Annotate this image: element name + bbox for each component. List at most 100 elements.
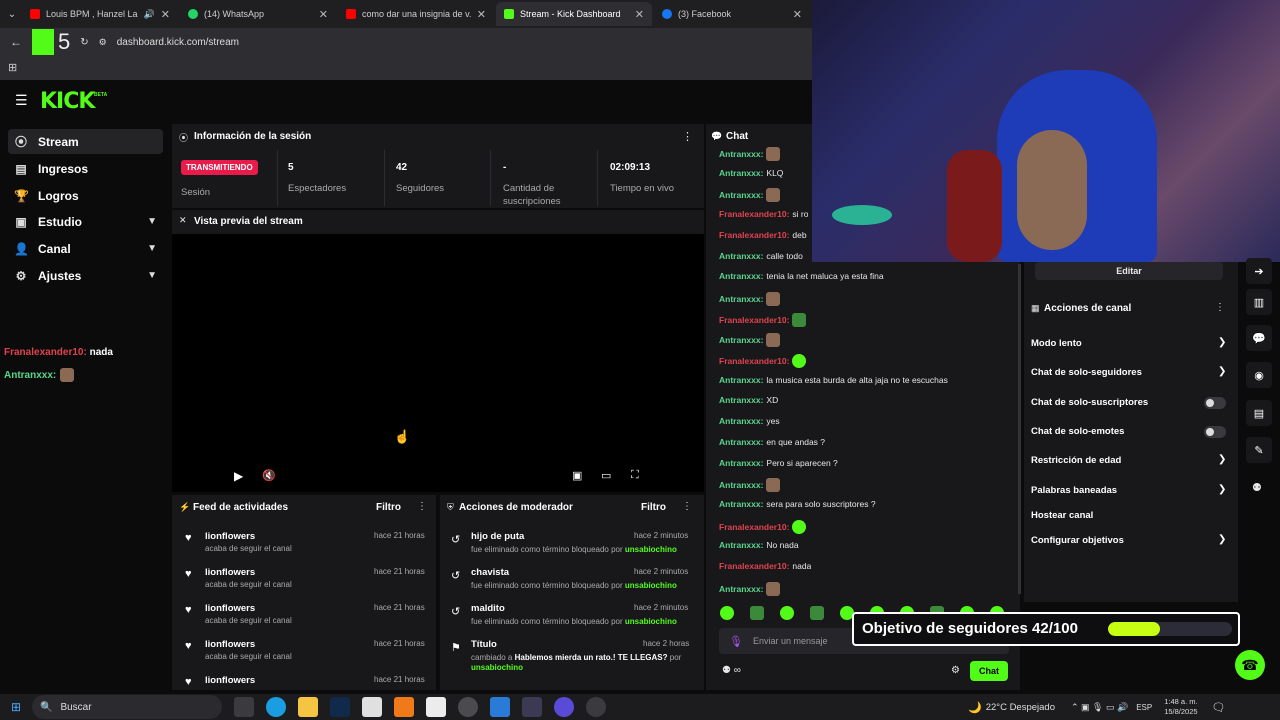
sidebar-item-ajustes[interactable]: ⚙ Ajustes ▼ (8, 263, 163, 288)
sidebar-item-logros[interactable]: 🏆 Logros (8, 183, 163, 208)
chat-scrollbar[interactable] (1018, 264, 1021, 594)
sidebar-item-estudio[interactable]: ▣ Estudio ▼ (8, 209, 163, 234)
more-options-icon[interactable]: ⋮ (1215, 302, 1225, 313)
close-tab-icon[interactable]: ✕ (793, 8, 802, 21)
chat-username[interactable]: Antranxxx: (719, 168, 763, 178)
mod-action-by[interactable]: unsabiochino (625, 581, 677, 590)
rail-button-broadcast[interactable]: ◉ (1246, 362, 1272, 388)
undo-icon[interactable]: ↺ (451, 605, 460, 618)
emote-icon[interactable] (720, 606, 734, 620)
system-tray-icons[interactable]: ⌃ ▣ 🎙 ▭ 🔊 (1071, 702, 1128, 713)
chat-username[interactable]: Antranxxx: (719, 375, 763, 385)
mute-icon[interactable]: 🔇 (262, 469, 276, 482)
notifications-icon[interactable]: 🗨 (1212, 701, 1226, 714)
channel-action-item[interactable]: Restricción de edad (1031, 455, 1121, 466)
channel-action-item[interactable]: Chat de solo-emotes (1031, 426, 1124, 437)
rail-users-icon[interactable]: ⚉ (1252, 481, 1262, 494)
emote-icon[interactable] (810, 606, 824, 620)
channel-action-item[interactable]: Hostear canal (1031, 510, 1093, 521)
fullscreen-icon[interactable]: ⛶ (631, 469, 639, 482)
feed-user[interactable]: lionflowers (205, 603, 255, 614)
play-icon[interactable]: ▶ (234, 469, 243, 483)
channel-action-item[interactable]: Palabras baneadas (1031, 485, 1117, 496)
clock[interactable]: 1:48 a. m. 15/8/2025 (1164, 697, 1197, 717)
support-button[interactable]: ☎ (1235, 650, 1265, 680)
feed-user[interactable]: lionflowers (205, 531, 255, 542)
toggle-switch[interactable] (1204, 426, 1226, 438)
site-info-icon[interactable]: ⚙ (99, 37, 107, 48)
chat-username[interactable]: Antranxxx: (719, 458, 763, 468)
chat-username[interactable]: Antranxxx: (719, 584, 763, 594)
capcut-icon[interactable] (426, 697, 446, 717)
chat-username[interactable]: Antranxxx: (719, 190, 763, 200)
close-tab-icon[interactable]: ✕ (477, 8, 486, 21)
chat-users-icon[interactable]: ⚉ ∞ (722, 665, 741, 676)
mod-action-by[interactable]: unsabiochino (625, 617, 677, 626)
back-icon[interactable]: ← (10, 35, 22, 49)
close-tab-icon[interactable]: ✕ (635, 8, 644, 21)
chat-username[interactable]: Antranxxx: (719, 499, 763, 509)
chat-username[interactable]: Antranxxx: (719, 149, 763, 159)
close-tab-icon[interactable]: ✕ (319, 8, 328, 21)
pip-icon[interactable]: ▣ (572, 469, 582, 482)
feed-user[interactable]: lionflowers (205, 567, 255, 578)
reload-icon[interactable]: ↻ (80, 37, 88, 48)
browser-tab-active[interactable]: Stream - Kick Dashboard ✕ (496, 2, 652, 26)
browser-tab[interactable]: como dar una insignia de v... ✕ (338, 2, 494, 26)
feed-user[interactable]: lionflowers (205, 639, 255, 650)
mod-action-by[interactable]: unsabiochino (625, 545, 677, 554)
undo-icon[interactable]: ↺ (451, 533, 460, 546)
task-view-icon[interactable] (234, 697, 254, 717)
browser-tab[interactable]: Louis BPM , Hanzel La H, J... 🔊 ✕ (22, 2, 178, 26)
mod-action-by[interactable]: unsabiochino (471, 663, 523, 672)
emote-icon[interactable] (780, 606, 794, 620)
file-explorer-icon[interactable] (298, 697, 318, 717)
taskbar-search[interactable]: 🔍 Buscar (32, 695, 222, 719)
channel-action-item[interactable]: Chat de solo-seguidores (1031, 367, 1142, 378)
more-options-icon[interactable]: ⋮ (682, 501, 692, 512)
vlc-icon[interactable] (394, 697, 414, 717)
chat-username[interactable]: Franalexander10: (719, 209, 789, 219)
apps-grid-icon[interactable]: ⊞ (8, 61, 17, 74)
browser-tab[interactable]: (14) WhatsApp ✕ (180, 2, 336, 26)
emote-icon[interactable] (750, 606, 764, 620)
close-tab-icon[interactable]: ✕ (161, 8, 170, 21)
channel-action-item[interactable]: Chat de solo-suscriptores (1031, 397, 1148, 408)
sidebar-item-ingresos[interactable]: ▤ Ingresos (8, 156, 163, 181)
theater-mode-icon[interactable]: ▭ (601, 469, 611, 482)
filter-button[interactable]: Filtro (376, 502, 401, 513)
more-options-icon[interactable]: ⋮ (417, 501, 427, 512)
chat-username[interactable]: Antranxxx: (719, 437, 763, 447)
edit-button[interactable]: Editar (1035, 262, 1223, 280)
rail-button-up[interactable]: ➔ (1246, 258, 1272, 284)
undo-icon[interactable]: ↺ (451, 569, 460, 582)
hamburger-menu-icon[interactable]: ☰ (15, 92, 28, 109)
chrome-icon[interactable] (458, 697, 478, 717)
chat-settings-icon[interactable]: ⚙ (951, 665, 960, 676)
chat-username[interactable]: Antranxxx: (719, 480, 763, 490)
app-icon[interactable] (490, 697, 510, 717)
feed-user[interactable]: lionflowers (205, 675, 255, 686)
rail-button-tools[interactable]: ✎ (1246, 437, 1272, 463)
edge-icon[interactable] (266, 697, 286, 717)
url-text[interactable]: dashboard.kick.com/stream (117, 37, 239, 48)
chat-username[interactable]: Franalexander10: (719, 522, 789, 532)
app-icon[interactable] (522, 697, 542, 717)
chat-username[interactable]: Franalexander10: (719, 356, 789, 366)
chat-username[interactable]: Antranxxx: (719, 335, 763, 345)
app-icon[interactable] (586, 697, 606, 717)
chat-username[interactable]: Antranxxx: (719, 395, 763, 405)
chat-username[interactable]: Antranxxx: (719, 416, 763, 426)
language-indicator[interactable]: ESP (1136, 703, 1152, 712)
rail-button-notes[interactable]: ▥ (1246, 289, 1272, 315)
chat-username[interactable]: Franalexander10: (719, 230, 789, 240)
toggle-switch[interactable] (1204, 397, 1226, 409)
chat-username[interactable]: Antranxxx: (719, 251, 763, 261)
chat-username[interactable]: Antranxxx: (719, 294, 763, 304)
chat-username[interactable]: Franalexander10: (719, 315, 789, 325)
chat-username[interactable]: Antranxxx: (719, 540, 763, 550)
sidebar-item-canal[interactable]: 👤 Canal ▼ (8, 236, 163, 261)
microphone-icon[interactable]: 🎙 (729, 635, 743, 648)
obs-icon[interactable] (554, 697, 574, 717)
tab-list-chevron-icon[interactable]: ⌄ (4, 9, 20, 20)
